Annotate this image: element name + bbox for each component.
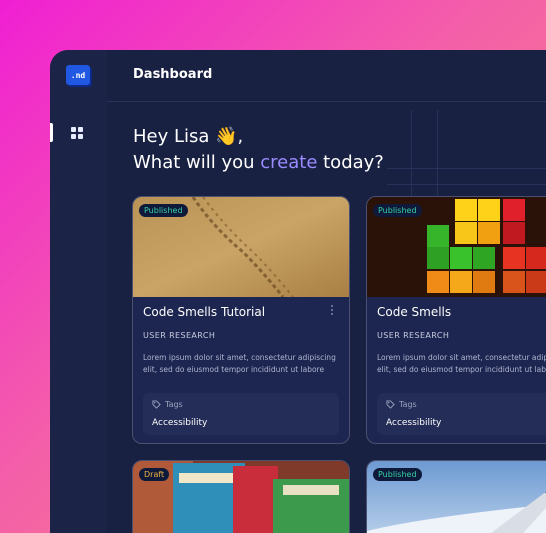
tags-box: Tags Accessibility bbox=[377, 393, 546, 435]
grid-icon[interactable] bbox=[71, 127, 83, 139]
tags-header: Tags bbox=[152, 400, 183, 409]
greeting-line-1: Hey Lisa 👋, bbox=[133, 126, 244, 147]
project-card[interactable]: Published Code Smells Tutorial USER RESE… bbox=[132, 196, 350, 444]
page-title: Dashboard bbox=[133, 67, 213, 82]
tag-icon bbox=[152, 400, 161, 409]
tags-box: Tags Accessibility bbox=[143, 393, 339, 435]
decorative-line bbox=[387, 168, 546, 169]
greeting-prefix: What will you bbox=[133, 152, 261, 173]
tag-value[interactable]: Accessibility bbox=[152, 418, 207, 428]
project-card[interactable]: Published bbox=[366, 460, 546, 533]
status-badge: Published bbox=[373, 204, 422, 217]
more-options-icon[interactable] bbox=[331, 305, 333, 315]
app-window: .nd Dashboard Hey Lisa 👋, What will you … bbox=[50, 50, 546, 533]
card-category: USER RESEARCH bbox=[143, 331, 216, 340]
status-badge: Published bbox=[373, 468, 422, 481]
project-card[interactable]: Published Code Smells USER RESEARCH Lore… bbox=[366, 196, 546, 444]
card-title[interactable]: Code Smells Tutorial bbox=[143, 305, 265, 319]
tags-label: Tags bbox=[399, 400, 417, 409]
greeting-suffix: today? bbox=[317, 152, 384, 173]
card-title[interactable]: Code Smells bbox=[377, 305, 451, 319]
sidebar: .nd bbox=[50, 50, 108, 533]
tags-header: Tags bbox=[386, 400, 417, 409]
project-card[interactable]: Draft bbox=[132, 460, 350, 533]
greeting-line-2: What will you create today? bbox=[133, 150, 384, 176]
decorative-line bbox=[387, 184, 546, 185]
tags-label: Tags bbox=[165, 400, 183, 409]
status-badge: Published bbox=[139, 204, 188, 217]
greeting: Hey Lisa 👋, What will you create today? bbox=[133, 124, 384, 176]
card-description: Lorem ipsum dolor sit amet, consectetur … bbox=[377, 353, 546, 374]
tag-icon bbox=[386, 400, 395, 409]
topbar: Dashboard bbox=[107, 50, 546, 102]
status-badge: Draft bbox=[139, 468, 170, 481]
card-category: USER RESEARCH bbox=[377, 331, 450, 340]
main-content: Dashboard Hey Lisa 👋, What will you crea… bbox=[107, 50, 546, 533]
greeting-accent-word: create bbox=[260, 152, 318, 173]
active-nav-indicator bbox=[50, 123, 53, 142]
tag-value[interactable]: Accessibility bbox=[386, 418, 441, 428]
card-description: Lorem ipsum dolor sit amet, consectetur … bbox=[143, 353, 336, 374]
app-logo[interactable]: .nd bbox=[66, 65, 90, 85]
